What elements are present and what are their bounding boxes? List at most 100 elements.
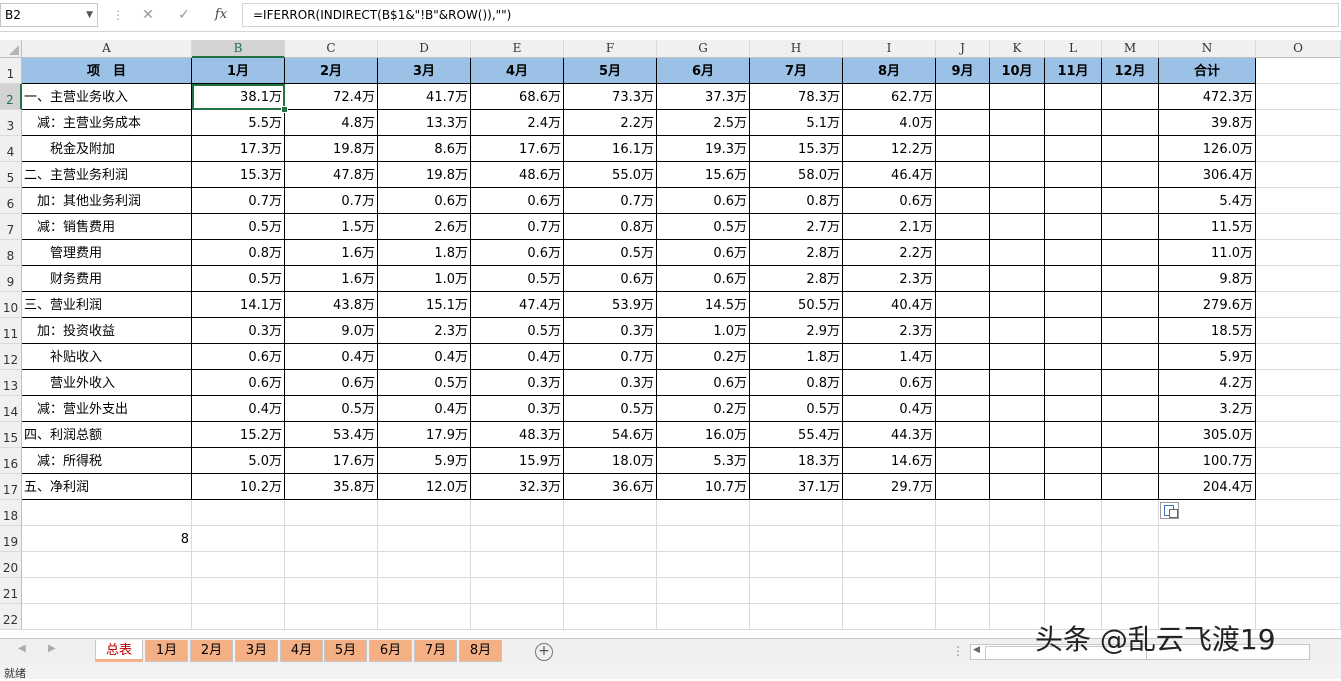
row-header[interactable]: 6	[0, 188, 22, 214]
empty-cell[interactable]	[843, 526, 936, 552]
select-all-button[interactable]	[0, 40, 22, 58]
value-cell[interactable]: 0.2万	[657, 396, 750, 422]
table-header-cell[interactable]: 8月	[843, 58, 936, 84]
table-header-cell[interactable]: 6月	[657, 58, 750, 84]
value-cell[interactable]	[936, 84, 990, 110]
row-label-cell[interactable]: 加：其他业务利润	[22, 188, 192, 214]
value-cell[interactable]	[990, 422, 1045, 448]
value-cell[interactable]: 18.3万	[750, 448, 843, 474]
row-header[interactable]: 22	[0, 604, 22, 630]
value-cell[interactable]: 48.3万	[471, 422, 564, 448]
value-cell[interactable]: 0.5万	[192, 266, 285, 292]
value-cell[interactable]: 11.0万	[1159, 240, 1256, 266]
value-cell[interactable]	[990, 188, 1045, 214]
value-cell[interactable]	[1102, 110, 1159, 136]
empty-cell[interactable]	[378, 604, 471, 630]
value-cell[interactable]: 5.9万	[378, 448, 471, 474]
value-cell[interactable]: 17.6万	[285, 448, 378, 474]
value-cell[interactable]: 4.2万	[1159, 370, 1256, 396]
empty-cell[interactable]	[471, 604, 564, 630]
value-cell[interactable]: 0.4万	[192, 396, 285, 422]
value-cell[interactable]	[936, 240, 990, 266]
value-cell[interactable]: 15.3万	[192, 162, 285, 188]
sheet-tab[interactable]: 1月	[145, 640, 188, 662]
value-cell[interactable]	[990, 292, 1045, 318]
value-cell[interactable]	[1045, 266, 1102, 292]
sheet-tab[interactable]: 4月	[280, 640, 323, 662]
empty-cell[interactable]	[471, 578, 564, 604]
value-cell[interactable]: 39.8万	[1159, 110, 1256, 136]
value-cell[interactable]: 306.4万	[1159, 162, 1256, 188]
value-cell[interactable]: 4.0万	[843, 110, 936, 136]
value-cell[interactable]	[1045, 188, 1102, 214]
empty-cell[interactable]	[657, 526, 750, 552]
value-cell[interactable]: 0.6万	[471, 240, 564, 266]
value-cell[interactable]: 16.0万	[657, 422, 750, 448]
value-cell[interactable]: 17.3万	[192, 136, 285, 162]
empty-cell[interactable]	[564, 604, 657, 630]
row-header[interactable]: 2	[0, 84, 22, 110]
value-cell[interactable]	[936, 110, 990, 136]
value-cell[interactable]: 0.6万	[192, 370, 285, 396]
sheet-tab[interactable]: 总表	[95, 640, 143, 662]
value-cell[interactable]: 2.2万	[564, 110, 657, 136]
value-cell[interactable]: 54.6万	[564, 422, 657, 448]
empty-cell[interactable]	[843, 578, 936, 604]
row-label-cell[interactable]: 减：所得税	[22, 448, 192, 474]
table-header-cell[interactable]: 1月	[192, 58, 285, 84]
value-cell[interactable]	[990, 448, 1045, 474]
value-cell[interactable]: 0.5万	[471, 266, 564, 292]
empty-cell[interactable]	[285, 578, 378, 604]
value-cell[interactable]	[990, 84, 1045, 110]
value-cell[interactable]: 0.6万	[843, 188, 936, 214]
value-cell[interactable]: 37.3万	[657, 84, 750, 110]
value-cell[interactable]: 68.6万	[471, 84, 564, 110]
empty-cell[interactable]	[1256, 266, 1341, 292]
value-cell[interactable]: 0.8万	[564, 214, 657, 240]
empty-cell[interactable]	[1045, 578, 1102, 604]
value-cell[interactable]: 0.3万	[192, 318, 285, 344]
value-cell[interactable]: 0.3万	[471, 370, 564, 396]
value-cell[interactable]: 305.0万	[1159, 422, 1256, 448]
empty-cell[interactable]	[192, 604, 285, 630]
value-cell[interactable]: 0.3万	[564, 370, 657, 396]
value-cell[interactable]: 55.4万	[750, 422, 843, 448]
sheet-tab[interactable]: 6月	[369, 640, 412, 662]
empty-cell[interactable]	[1256, 344, 1341, 370]
empty-cell[interactable]	[1102, 526, 1159, 552]
row-header[interactable]: 3	[0, 110, 22, 136]
row-header[interactable]: 21	[0, 578, 22, 604]
value-cell[interactable]: 0.7万	[471, 214, 564, 240]
value-cell[interactable]: 72.4万	[285, 84, 378, 110]
row-header[interactable]: 7	[0, 214, 22, 240]
value-cell[interactable]	[1102, 84, 1159, 110]
value-cell[interactable]	[936, 214, 990, 240]
value-cell[interactable]	[1045, 474, 1102, 500]
value-cell[interactable]: 0.5万	[750, 396, 843, 422]
value-cell[interactable]: 2.3万	[843, 318, 936, 344]
column-header[interactable]: B	[192, 40, 285, 58]
empty-cell[interactable]	[1256, 240, 1341, 266]
value-cell[interactable]	[936, 318, 990, 344]
sheet-tab[interactable]: 3月	[235, 640, 278, 662]
empty-cell[interactable]	[1256, 188, 1341, 214]
close-icon[interactable]: ✕	[137, 5, 159, 25]
value-cell[interactable]: 472.3万	[1159, 84, 1256, 110]
empty-cell[interactable]	[750, 526, 843, 552]
empty-cell[interactable]	[192, 526, 285, 552]
empty-cell[interactable]	[1045, 500, 1102, 526]
empty-cell[interactable]	[22, 552, 192, 578]
value-cell[interactable]	[1102, 344, 1159, 370]
value-cell[interactable]: 5.4万	[1159, 188, 1256, 214]
value-cell[interactable]: 12.0万	[378, 474, 471, 500]
row-header[interactable]: 12	[0, 344, 22, 370]
value-cell[interactable]	[1045, 396, 1102, 422]
column-header[interactable]: O	[1256, 40, 1341, 58]
paste-options-icon[interactable]	[1160, 502, 1179, 519]
value-cell[interactable]: 0.5万	[564, 396, 657, 422]
empty-cell[interactable]	[990, 526, 1045, 552]
column-header[interactable]: N	[1159, 40, 1256, 58]
empty-cell[interactable]	[471, 526, 564, 552]
value-cell[interactable]: 46.4万	[843, 162, 936, 188]
empty-cell[interactable]	[285, 604, 378, 630]
